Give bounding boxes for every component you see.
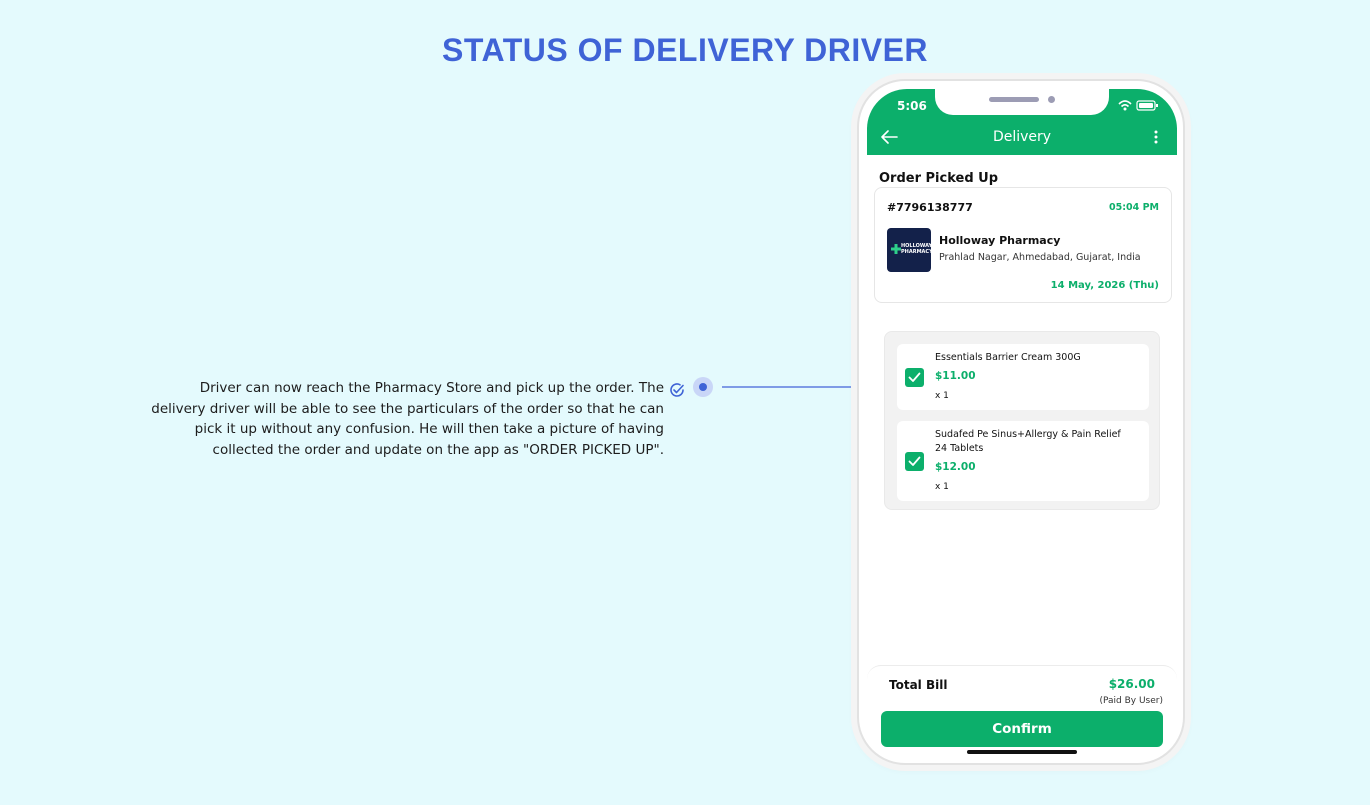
- wifi-battery-icon: [1118, 100, 1158, 111]
- order-time: 05:04 PM: [1109, 202, 1159, 213]
- logo-text: HOLLOWAY PHARMACY: [901, 243, 933, 255]
- home-indicator: [967, 750, 1077, 754]
- list-item: Sudafed Pe Sinus+Allergy & Pain Relief 2…: [897, 421, 1149, 501]
- header-title: Delivery: [992, 129, 1052, 145]
- phone-mockup: 5:06 Delivery Order Picked Up #779613877…: [857, 79, 1185, 765]
- app-header: 5:06 Delivery: [867, 89, 1177, 155]
- check-circle-icon: [670, 383, 684, 397]
- item-qty: x 1: [935, 391, 949, 401]
- item-price: $12.00: [935, 461, 976, 473]
- phone-notch: [935, 89, 1109, 115]
- item-qty: x 1: [935, 482, 949, 492]
- item-name: Sudafed Pe Sinus+Allergy & Pain Relief 2…: [935, 429, 1121, 454]
- pharmacy-logo: HOLLOWAY PHARMACY: [887, 228, 933, 272]
- order-card: #7796138777 05:04 PM HOLLOWAY PHARMACY H…: [874, 187, 1172, 303]
- bill-footer: Total Bill $26.00 (Paid By User) Confirm: [867, 665, 1177, 757]
- item-checkbox[interactable]: [905, 452, 924, 471]
- feature-description: Driver can now reach the Pharmacy Store …: [151, 380, 664, 458]
- total-value: $26.00: [1108, 677, 1155, 691]
- confirm-button[interactable]: Confirm: [881, 711, 1163, 747]
- store-name: Holloway Pharmacy: [939, 234, 1061, 247]
- order-id: #7796138777: [887, 201, 973, 214]
- page-title: STATUS OF DELIVERY DRIVER: [441, 32, 929, 68]
- item-price: $11.00: [935, 370, 976, 382]
- connector-dot: [693, 377, 713, 397]
- total-label: Total Bill: [889, 678, 948, 692]
- check-icon: [908, 372, 921, 382]
- section-title: Order Picked Up: [879, 171, 999, 186]
- paid-by-note: (Paid By User): [1099, 696, 1163, 706]
- item-checkbox[interactable]: [905, 368, 924, 387]
- items-list: Essentials Barrier Cream 300G $11.00 x 1…: [884, 331, 1160, 510]
- cross-icon: [891, 244, 901, 254]
- connector-line: [722, 386, 860, 388]
- phone-screen: 5:06 Delivery Order Picked Up #779613877…: [867, 89, 1177, 757]
- list-item: Essentials Barrier Cream 300G $11.00 x 1: [897, 344, 1149, 410]
- store-address: Prahlad Nagar, Ahmedabad, Gujarat, India: [939, 252, 1141, 263]
- more-vertical-icon[interactable]: [1153, 129, 1159, 145]
- item-name: Essentials Barrier Cream 300G: [935, 352, 1081, 363]
- status-time: 5:06: [897, 99, 927, 113]
- order-date: 14 May, 2026 (Thu): [1050, 280, 1159, 291]
- check-icon: [908, 456, 921, 466]
